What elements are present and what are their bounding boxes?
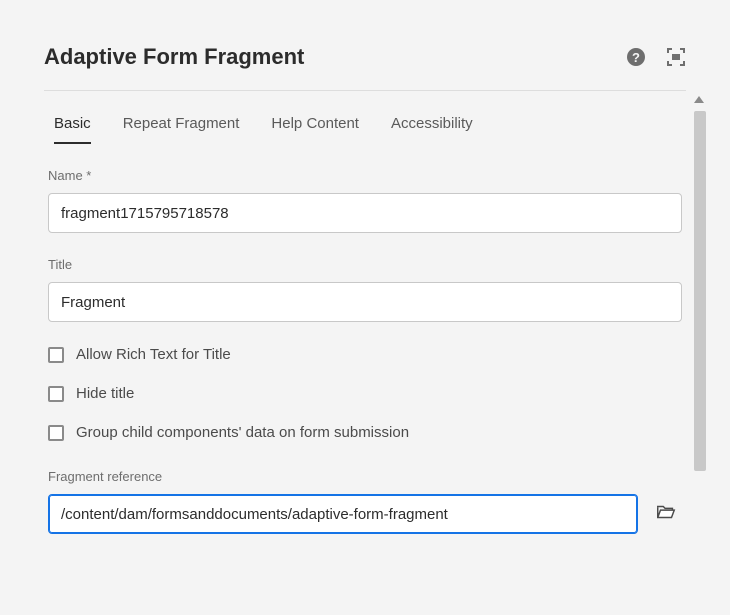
field-fragment-ref: Fragment reference — [48, 469, 682, 534]
header-actions: ? — [626, 47, 686, 67]
hide-title-label: Hide title — [76, 385, 134, 402]
group-child-label: Group child components' data on form sub… — [76, 424, 409, 441]
panel-title: Adaptive Form Fragment — [44, 44, 304, 70]
fullscreen-icon[interactable] — [666, 47, 686, 67]
tabs: Basic Repeat Fragment Help Content Acces… — [44, 91, 686, 144]
help-icon[interactable]: ? — [626, 47, 646, 67]
panel-header: Adaptive Form Fragment ? — [24, 24, 706, 90]
field-group-child: Group child components' data on form sub… — [48, 424, 682, 441]
tab-help-content[interactable]: Help Content — [271, 115, 359, 144]
allow-rich-checkbox[interactable] — [48, 347, 64, 363]
group-child-checkbox[interactable] — [48, 425, 64, 441]
allow-rich-label: Allow Rich Text for Title — [76, 346, 231, 363]
panel-content: Basic Repeat Fragment Help Content Acces… — [24, 91, 706, 592]
tab-repeat-fragment[interactable]: Repeat Fragment — [123, 115, 240, 144]
name-label: Name * — [48, 168, 682, 183]
browse-button[interactable] — [650, 498, 682, 530]
tab-accessibility[interactable]: Accessibility — [391, 115, 473, 144]
form-body: Name * Title Allow Rich Text for Title H… — [44, 144, 686, 534]
field-title: Title — [48, 257, 682, 322]
title-label: Title — [48, 257, 682, 272]
hide-title-checkbox[interactable] — [48, 386, 64, 402]
scrollbar[interactable] — [694, 111, 706, 471]
field-hide-title: Hide title — [48, 385, 682, 402]
scroll-up-arrow[interactable] — [694, 96, 704, 103]
name-input[interactable] — [48, 193, 682, 233]
field-allow-rich: Allow Rich Text for Title — [48, 346, 682, 363]
tab-basic[interactable]: Basic — [54, 115, 91, 144]
folder-open-icon — [655, 501, 677, 528]
title-input[interactable] — [48, 282, 682, 322]
fragment-ref-label: Fragment reference — [48, 469, 682, 484]
field-name: Name * — [48, 168, 682, 233]
fragment-ref-input[interactable] — [48, 494, 638, 534]
svg-text:?: ? — [632, 50, 640, 65]
